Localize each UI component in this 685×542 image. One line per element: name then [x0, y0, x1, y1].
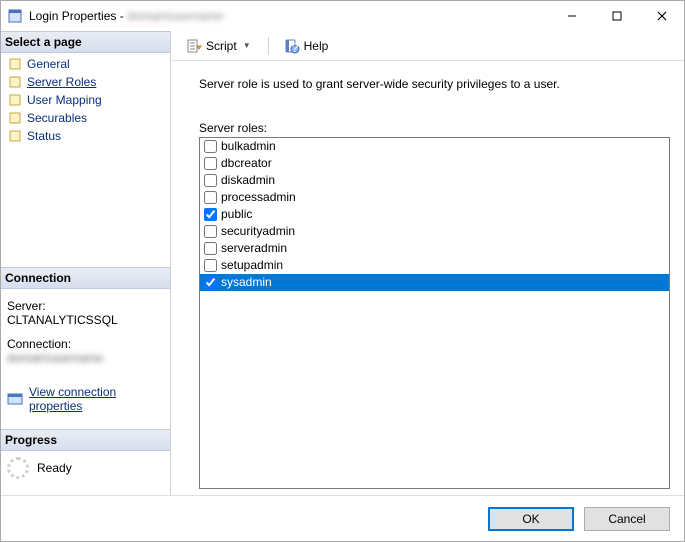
page-icon: [7, 56, 23, 72]
page-item-status[interactable]: Status: [1, 127, 170, 145]
script-button[interactable]: Script ▼: [179, 35, 260, 57]
progress-spinner-icon: [7, 457, 29, 479]
connection-panel: Server: CLTANALYTICSSQL Connection: doma…: [1, 289, 170, 371]
page-item-securables[interactable]: Securables: [1, 109, 170, 127]
role-label: dbcreator: [221, 155, 272, 172]
minimize-button[interactable]: [549, 2, 594, 30]
server-roles-label: Server roles:: [199, 121, 670, 135]
role-checkbox-processadmin[interactable]: [204, 191, 217, 204]
sidebar: Select a page General Server Roles User …: [1, 31, 171, 495]
maximize-button[interactable]: [594, 2, 639, 30]
role-row-processadmin[interactable]: processadmin: [200, 189, 669, 206]
help-button[interactable]: ? Help: [277, 35, 336, 57]
role-label: bulkadmin: [221, 138, 276, 155]
svg-text:?: ?: [291, 41, 298, 54]
connection-value: domain\username: [7, 351, 164, 365]
role-label: securityadmin: [221, 223, 295, 240]
ok-button[interactable]: OK: [488, 507, 574, 531]
content-area: Select a page General Server Roles User …: [1, 31, 684, 495]
titlebar: Login Properties - domain\username: [1, 1, 684, 31]
page-item-general[interactable]: General: [1, 55, 170, 73]
chevron-down-icon: ▼: [241, 41, 253, 50]
close-button[interactable]: [639, 2, 684, 30]
page-icon: [7, 110, 23, 126]
toolbar: Script ▼ ? Help: [171, 31, 684, 61]
page-label: Server Roles: [27, 75, 96, 89]
cancel-button[interactable]: Cancel: [584, 507, 670, 531]
script-label: Script: [206, 39, 237, 53]
page-item-server-roles[interactable]: Server Roles: [1, 73, 170, 91]
script-icon: [186, 38, 202, 54]
progress-header: Progress: [1, 429, 170, 451]
role-checkbox-securityadmin[interactable]: [204, 225, 217, 238]
role-label: sysadmin: [221, 274, 272, 291]
dialog-footer: OK Cancel: [1, 495, 684, 541]
page-icon: [7, 92, 23, 108]
progress-panel: Ready: [1, 451, 170, 485]
page-label: Status: [27, 129, 61, 143]
page-label: General: [27, 57, 70, 71]
connection-properties-icon: [7, 391, 23, 407]
role-label: processadmin: [221, 189, 296, 206]
server-value: CLTANALYTICSSQL: [7, 313, 164, 327]
description-text: Server role is used to grant server-wide…: [199, 77, 670, 91]
main-body: Server role is used to grant server-wide…: [171, 61, 684, 495]
window-icon: [7, 8, 23, 24]
page-label: Securables: [27, 111, 87, 125]
role-row-public[interactable]: public: [200, 206, 669, 223]
role-label: diskadmin: [221, 172, 275, 189]
help-label: Help: [304, 39, 329, 53]
view-connection-properties-link[interactable]: View connection properties: [29, 385, 164, 413]
toolbar-separator: [268, 37, 269, 55]
role-checkbox-diskadmin[interactable]: [204, 174, 217, 187]
page-label: User Mapping: [27, 93, 102, 107]
server-roles-list[interactable]: bulkadmindbcreatordiskadminprocessadminp…: [199, 137, 670, 489]
page-list: General Server Roles User Mapping Secura…: [1, 53, 170, 151]
window-title: Login Properties - domain\username: [29, 9, 223, 23]
view-connection-properties-row: View connection properties: [1, 385, 170, 413]
role-checkbox-bulkadmin[interactable]: [204, 140, 217, 153]
role-checkbox-public[interactable]: [204, 208, 217, 221]
role-label: public: [221, 206, 252, 223]
help-icon: ?: [284, 38, 300, 54]
role-row-diskadmin[interactable]: diskadmin: [200, 172, 669, 189]
role-checkbox-sysadmin[interactable]: [204, 276, 217, 289]
role-row-setupadmin[interactable]: setupadmin: [200, 257, 669, 274]
page-icon: [7, 74, 23, 90]
progress-status: Ready: [37, 461, 72, 475]
role-checkbox-setupadmin[interactable]: [204, 259, 217, 272]
role-checkbox-serveradmin[interactable]: [204, 242, 217, 255]
connection-label: Connection:: [7, 337, 164, 351]
role-row-sysadmin[interactable]: sysadmin: [200, 274, 669, 291]
role-label: serveradmin: [221, 240, 287, 257]
role-row-dbcreator[interactable]: dbcreator: [200, 155, 669, 172]
role-checkbox-dbcreator[interactable]: [204, 157, 217, 170]
role-label: setupadmin: [221, 257, 283, 274]
main-panel: Script ▼ ? Help Server role is used to g…: [171, 31, 684, 495]
server-label: Server:: [7, 299, 164, 313]
role-row-bulkadmin[interactable]: bulkadmin: [200, 138, 669, 155]
connection-header: Connection: [1, 267, 170, 289]
role-row-serveradmin[interactable]: serveradmin: [200, 240, 669, 257]
page-item-user-mapping[interactable]: User Mapping: [1, 91, 170, 109]
role-row-securityadmin[interactable]: securityadmin: [200, 223, 669, 240]
select-page-header: Select a page: [1, 31, 170, 53]
page-icon: [7, 128, 23, 144]
